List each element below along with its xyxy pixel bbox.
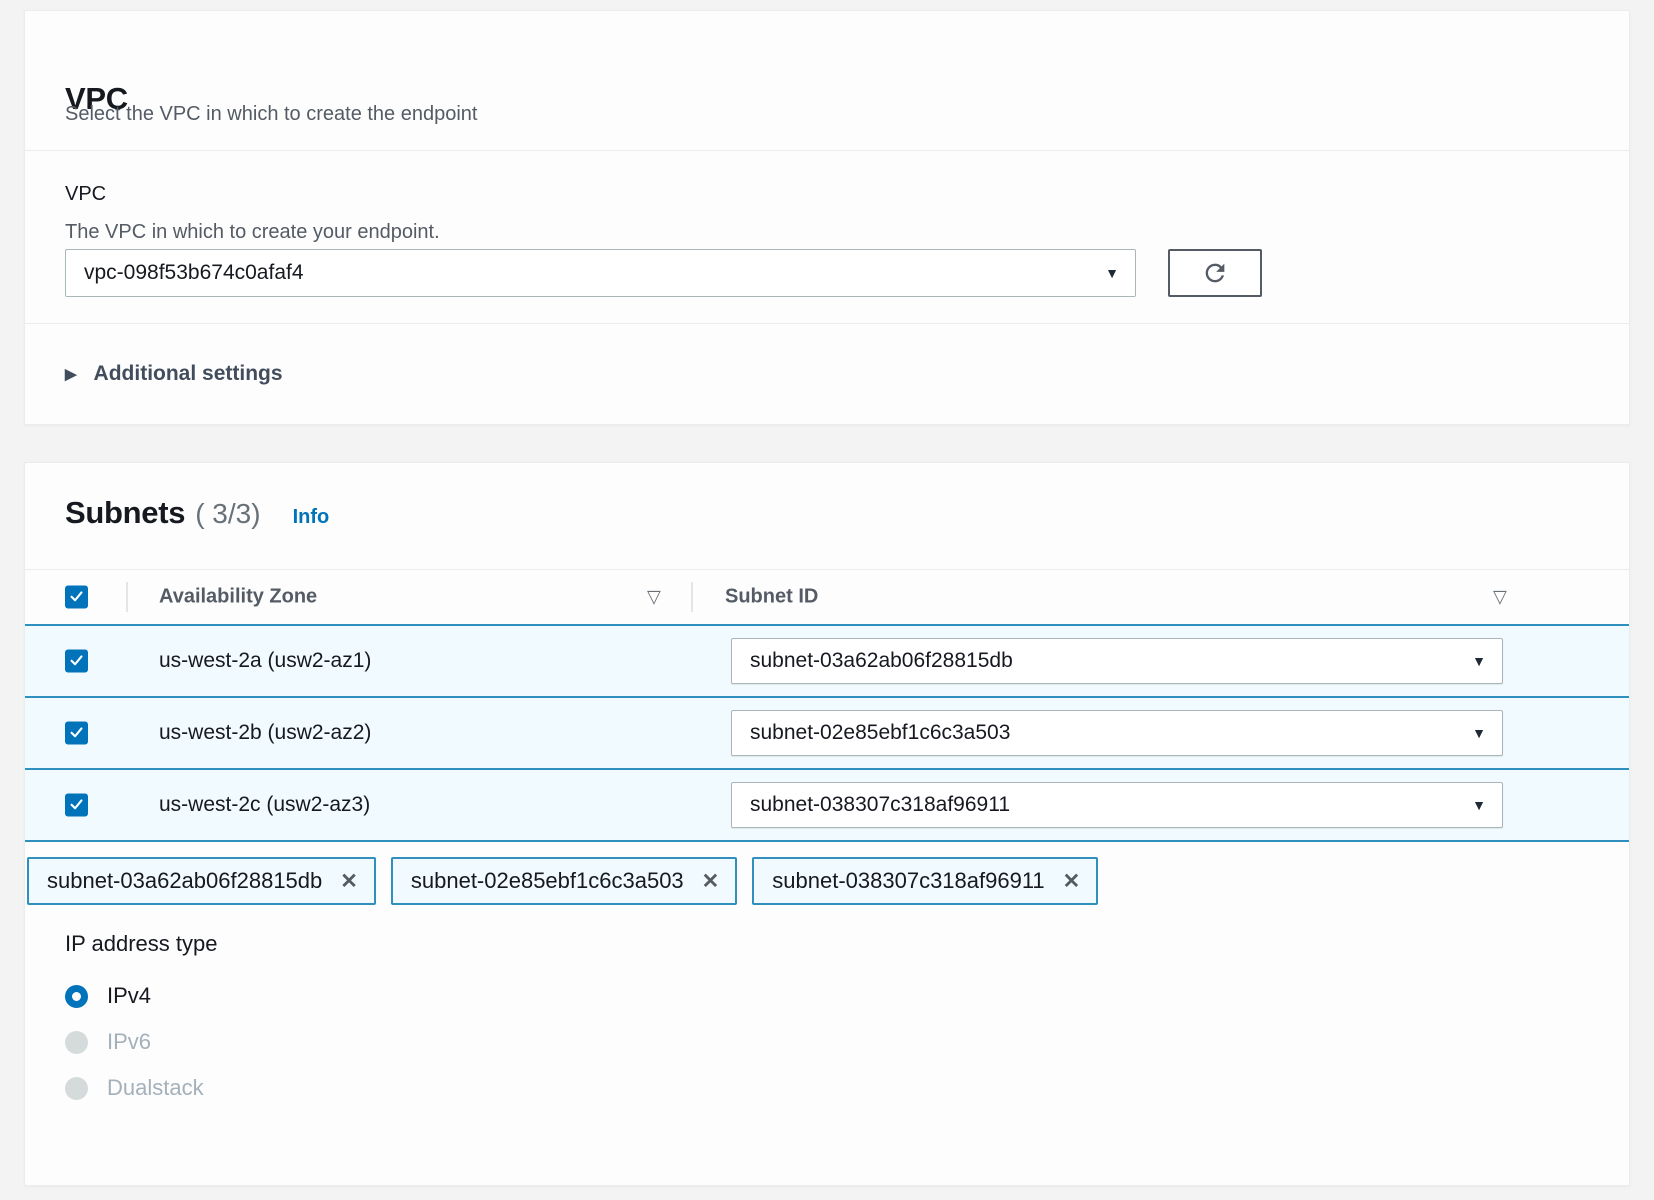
caret-down-icon: ▼ bbox=[1472, 797, 1486, 813]
radio-disabled-icon bbox=[65, 1077, 88, 1100]
selected-subnet-tokens: subnet-03a62ab06f28815db ✕ subnet-02e85e… bbox=[27, 857, 1098, 905]
vpc-select-value: vpc-098f53b674c0afaf4 bbox=[84, 261, 304, 285]
table-row[interactable]: us-west-2c (usw2-az3) subnet-038307c318a… bbox=[25, 768, 1629, 842]
additional-settings-toggle[interactable]: ▶ Additional settings bbox=[65, 357, 283, 391]
vpc-card: VPC Select the VPC in which to create th… bbox=[24, 10, 1630, 425]
subnet-select[interactable]: subnet-02e85ebf1c6c3a503 ▼ bbox=[731, 710, 1503, 756]
subnet-select-value: subnet-02e85ebf1c6c3a503 bbox=[750, 721, 1010, 745]
availability-zone-cell: us-west-2b (usw2-az2) bbox=[159, 721, 371, 745]
table-header-row: Availability Zone ▽ Subnet ID ▽ bbox=[25, 569, 1629, 624]
subnet-select-value: subnet-038307c318af96911 bbox=[750, 793, 1010, 817]
table-row[interactable]: us-west-2a (usw2-az1) subnet-03a62ab06f2… bbox=[25, 624, 1629, 696]
table-row[interactable]: us-west-2b (usw2-az2) subnet-02e85ebf1c6… bbox=[25, 696, 1629, 768]
sort-icon[interactable]: ▽ bbox=[647, 586, 661, 607]
row-checkbox[interactable] bbox=[65, 794, 88, 817]
radio-ipv4[interactable]: IPv4 bbox=[65, 981, 151, 1011]
table-body: us-west-2a (usw2-az1) subnet-03a62ab06f2… bbox=[25, 624, 1629, 842]
radio-disabled-icon bbox=[65, 1031, 88, 1054]
subnets-selected-count: ( 3/3) bbox=[195, 498, 260, 530]
vpc-field-description: The VPC in which to create your endpoint… bbox=[65, 221, 440, 244]
subnets-card-title: Subnets bbox=[65, 495, 185, 531]
checkmark-icon bbox=[68, 796, 85, 813]
remove-token-icon[interactable]: ✕ bbox=[340, 871, 358, 892]
refresh-icon bbox=[1201, 259, 1229, 287]
page: VPC Select the VPC in which to create th… bbox=[0, 0, 1654, 1200]
subnet-select[interactable]: subnet-03a62ab06f28815db ▼ bbox=[731, 638, 1503, 684]
select-all-checkbox[interactable] bbox=[65, 585, 88, 608]
additional-settings-label: Additional settings bbox=[94, 362, 283, 386]
radio-label: IPv4 bbox=[107, 983, 151, 1009]
remove-token-icon[interactable]: ✕ bbox=[702, 871, 720, 892]
expand-right-icon: ▶ bbox=[65, 365, 77, 383]
divider bbox=[25, 323, 1629, 324]
radio-label: IPv6 bbox=[107, 1029, 151, 1055]
checkmark-icon bbox=[68, 724, 85, 741]
vpc-select[interactable]: vpc-098f53b674c0afaf4 ▼ bbox=[65, 249, 1136, 297]
token-label: subnet-03a62ab06f28815db bbox=[47, 868, 322, 894]
radio-ipv6: IPv6 bbox=[65, 1027, 151, 1057]
refresh-button[interactable] bbox=[1168, 249, 1262, 297]
checkmark-icon bbox=[68, 652, 85, 669]
subnet-token: subnet-038307c318af96911 ✕ bbox=[752, 857, 1098, 905]
token-label: subnet-038307c318af96911 bbox=[772, 868, 1044, 894]
subnet-select[interactable]: subnet-038307c318af96911 ▼ bbox=[731, 782, 1503, 828]
availability-zone-cell: us-west-2c (usw2-az3) bbox=[159, 793, 370, 817]
column-header-availability-zone: Availability Zone bbox=[159, 585, 317, 608]
column-divider bbox=[126, 582, 128, 612]
info-link[interactable]: Info bbox=[293, 506, 330, 529]
vpc-card-subtitle: Select the VPC in which to create the en… bbox=[65, 103, 477, 126]
column-divider bbox=[691, 582, 693, 612]
radio-dualstack: Dualstack bbox=[65, 1073, 204, 1103]
subnets-card: Subnets ( 3/3) Info Availability Zone ▽ … bbox=[24, 462, 1630, 1186]
subnets-header: Subnets ( 3/3) Info bbox=[65, 495, 329, 531]
remove-token-icon[interactable]: ✕ bbox=[1063, 871, 1081, 892]
ip-address-type-label: IP address type bbox=[65, 931, 217, 957]
sort-icon[interactable]: ▽ bbox=[1493, 586, 1507, 607]
radio-label: Dualstack bbox=[107, 1075, 204, 1101]
subnet-token: subnet-03a62ab06f28815db ✕ bbox=[27, 857, 376, 905]
checkmark-icon bbox=[68, 587, 85, 604]
row-checkbox[interactable] bbox=[65, 722, 88, 745]
token-label: subnet-02e85ebf1c6c3a503 bbox=[411, 868, 684, 894]
subnet-select-value: subnet-03a62ab06f28815db bbox=[750, 649, 1013, 673]
availability-zone-cell: us-west-2a (usw2-az1) bbox=[159, 649, 371, 673]
vpc-field-label: VPC bbox=[65, 183, 106, 206]
caret-down-icon: ▼ bbox=[1472, 653, 1486, 669]
caret-down-icon: ▼ bbox=[1105, 265, 1119, 281]
column-header-subnet-id: Subnet ID bbox=[725, 585, 818, 608]
divider bbox=[25, 150, 1629, 151]
caret-down-icon: ▼ bbox=[1472, 725, 1486, 741]
row-checkbox[interactable] bbox=[65, 650, 88, 673]
radio-selected-icon[interactable] bbox=[65, 985, 88, 1008]
subnet-token: subnet-02e85ebf1c6c3a503 ✕ bbox=[391, 857, 737, 905]
